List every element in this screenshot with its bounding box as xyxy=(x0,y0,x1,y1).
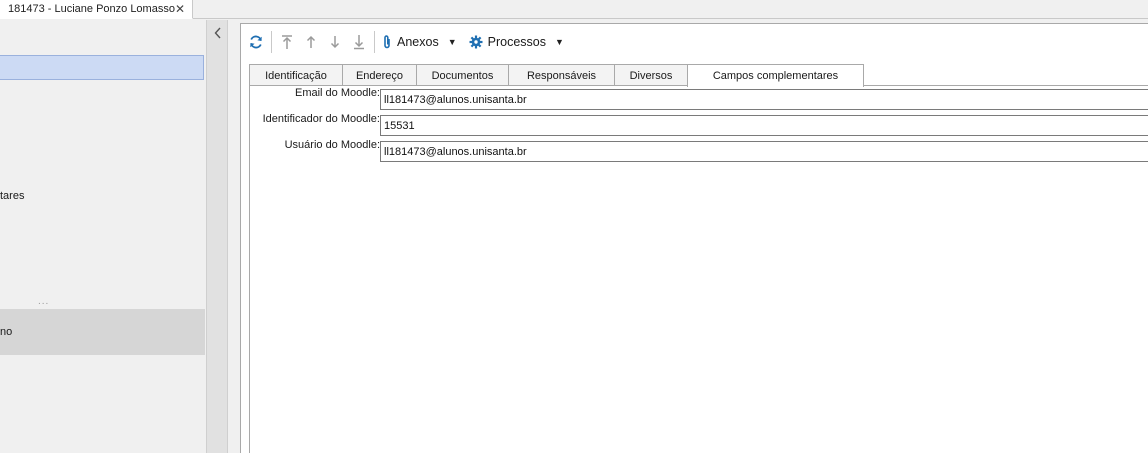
nav-item-label[interactable]: tares xyxy=(0,190,24,202)
tab-campos-complementares[interactable]: Campos complementares xyxy=(687,64,864,87)
email-moodle-label: Email do Moodle: xyxy=(295,87,380,99)
field-row-usuario: Usuário do Moodle: xyxy=(250,139,1148,162)
nav-item-label: no xyxy=(0,326,13,338)
toolbar-separator xyxy=(374,31,375,53)
left-navigation-panel: tares ... no xyxy=(0,20,206,453)
collapse-button[interactable] xyxy=(211,26,225,40)
tab-documentos[interactable]: Documentos xyxy=(416,64,509,86)
gear-icon xyxy=(469,35,483,49)
tab-content-campos-complementares: Email do Moodle: Identificador do Moodle… xyxy=(249,85,1148,453)
document-tab-bar: 181473 - Luciane Ponzo Lomasso ✕ xyxy=(0,0,1148,19)
tab-endereco[interactable]: Endereço xyxy=(342,64,417,86)
toolbar: Anexos ▼ Processos ▼ xyxy=(241,24,1148,60)
processos-menu-button[interactable]: Processos ▼ xyxy=(465,30,568,54)
arrow-up-icon xyxy=(306,35,316,48)
processos-label: Processos xyxy=(487,35,546,49)
anexos-label: Anexos xyxy=(397,35,439,49)
toolbar-separator xyxy=(271,31,272,53)
tab-responsaveis[interactable]: Responsáveis xyxy=(508,64,615,86)
nav-item-highlighted[interactable]: no xyxy=(0,309,205,355)
refresh-icon xyxy=(250,35,262,49)
move-first-button[interactable] xyxy=(275,30,299,54)
nav-item-selected[interactable] xyxy=(0,55,204,80)
move-down-button[interactable] xyxy=(323,30,347,54)
document-tab-title: 181473 - Luciane Ponzo Lomasso xyxy=(8,3,175,15)
document-tab[interactable]: 181473 - Luciane Ponzo Lomasso ✕ xyxy=(0,0,193,19)
arrow-down-icon xyxy=(330,36,340,49)
close-icon[interactable]: ✕ xyxy=(175,2,185,16)
arrow-to-top-icon xyxy=(282,35,292,49)
main-panel: Anexos ▼ Processos ▼ Identificação Ender… xyxy=(240,23,1148,453)
usuario-moodle-field[interactable] xyxy=(380,141,1148,162)
caret-down-icon: ▼ xyxy=(447,37,457,47)
usuario-moodle-label: Usuário do Moodle: xyxy=(284,139,380,151)
move-last-button[interactable] xyxy=(347,30,371,54)
arrow-to-bottom-icon xyxy=(354,35,364,50)
identificador-moodle-field[interactable] xyxy=(380,115,1148,136)
identificador-moodle-label: Identificador do Moodle: xyxy=(262,113,380,125)
app-window: 181473 - Luciane Ponzo Lomasso ✕ tares .… xyxy=(0,0,1148,453)
panel-splitter[interactable] xyxy=(206,20,228,453)
move-up-button[interactable] xyxy=(299,30,323,54)
anexos-menu-button[interactable]: Anexos ▼ xyxy=(378,30,461,54)
paperclip-icon xyxy=(384,35,390,49)
chevron-left-icon xyxy=(214,27,221,39)
email-moodle-field[interactable] xyxy=(380,89,1148,110)
field-row-email: Email do Moodle: xyxy=(250,87,1148,110)
caret-down-icon: ▼ xyxy=(554,37,564,47)
more-indicator: ... xyxy=(38,296,50,307)
tab-identificacao[interactable]: Identificação xyxy=(249,64,343,86)
field-row-identificador: Identificador do Moodle: xyxy=(250,113,1148,136)
refresh-button[interactable] xyxy=(244,30,268,54)
tab-diversos[interactable]: Diversos xyxy=(614,64,688,86)
content-tab-row: Identificação Endereço Documentos Respon… xyxy=(249,64,1148,87)
